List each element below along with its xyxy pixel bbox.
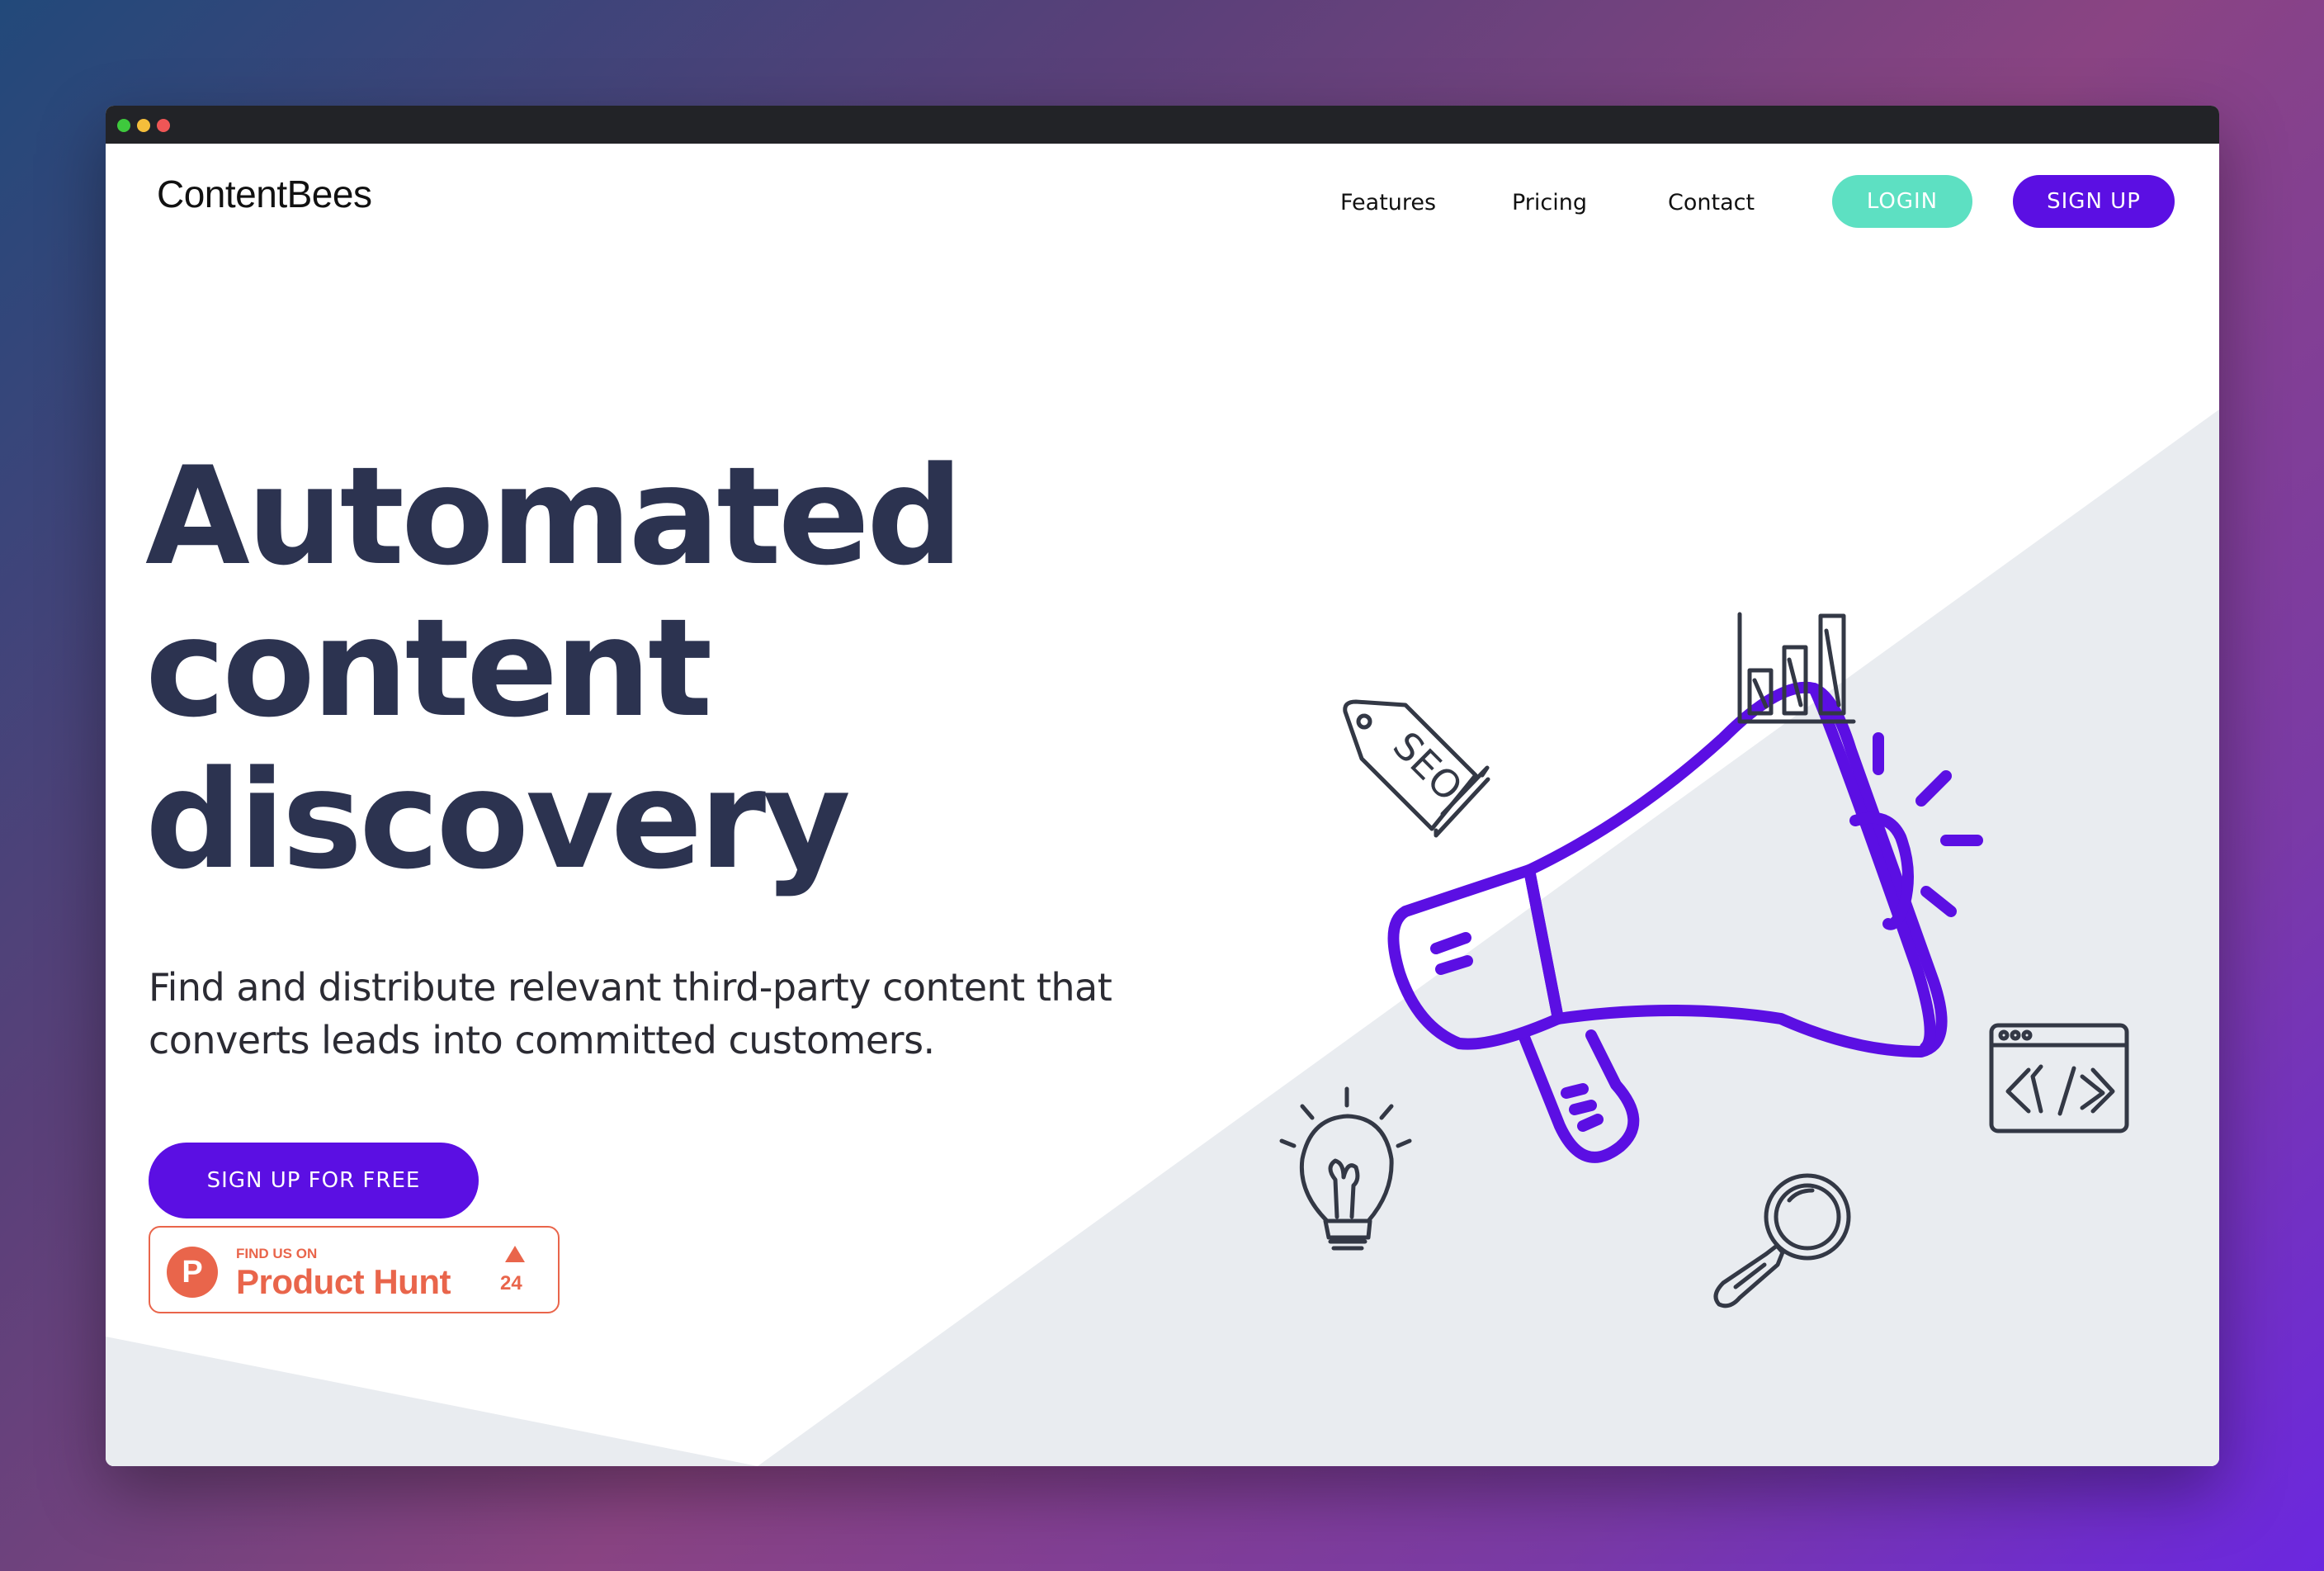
lightbulb-icon bbox=[1279, 1086, 1412, 1251]
hero-illustration: SEO bbox=[1279, 612, 2129, 1308]
window-maximize-dot[interactable] bbox=[117, 119, 130, 132]
magnifier-icon bbox=[1713, 1173, 1851, 1308]
window-minimize-dot[interactable] bbox=[137, 119, 150, 132]
code-window-icon bbox=[1989, 1023, 2129, 1133]
browser-window: ContentBees Features Pricing Contact LOG… bbox=[106, 106, 2219, 1466]
window-close-dot[interactable] bbox=[157, 119, 170, 132]
landing-page: ContentBees Features Pricing Contact LOG… bbox=[106, 144, 2219, 1466]
seo-tag-icon: SEO bbox=[1343, 699, 1490, 838]
window-titlebar bbox=[106, 106, 2219, 144]
megaphone-icon bbox=[1387, 681, 1983, 1163]
